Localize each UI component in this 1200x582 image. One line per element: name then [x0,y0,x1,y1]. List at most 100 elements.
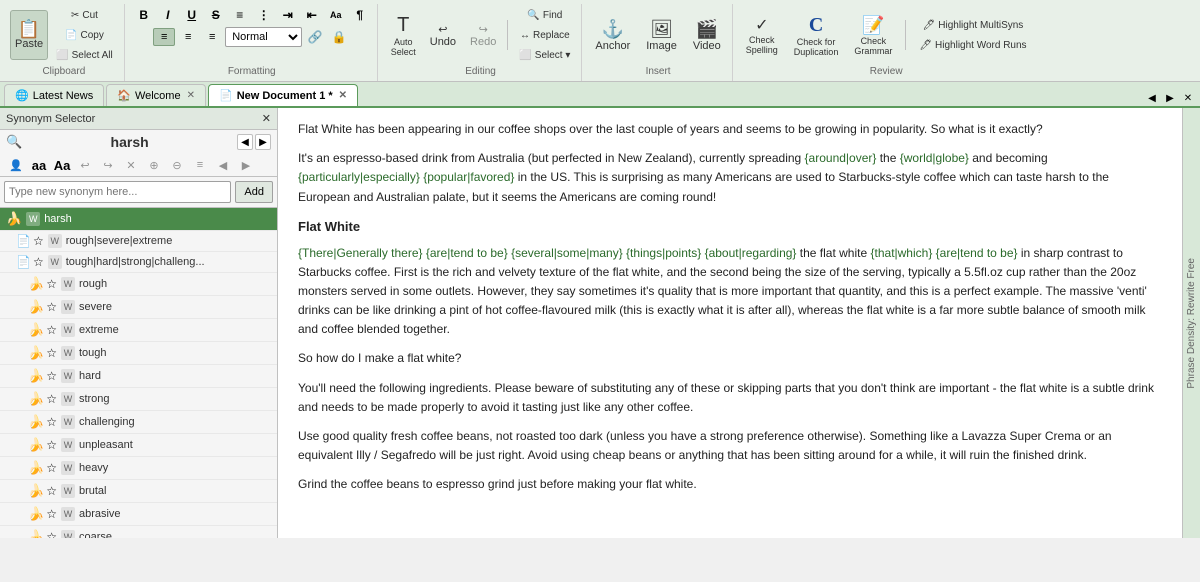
list-item[interactable]: 🍌 ☆ W unpleasant [0,434,277,457]
style-dropdown[interactable]: Normal Heading 1 Heading 2 [225,27,302,47]
word-nav-back[interactable]: ◀ [237,134,253,150]
redo-button[interactable]: ↪ Redo [465,10,501,60]
phrase-density-label: Phrase Density: Rewrite Free [1186,258,1197,389]
list-item[interactable]: 📄 ☆ W tough|hard|strong|challeng... [0,252,277,273]
undo-button[interactable]: ↩ Undo [425,10,461,60]
main-area: Synonym Selector ✕ 🔍 harsh ◀ ▶ 👤 aa Aa ↩… [0,108,1200,538]
panel-toolbar: 👤 aa Aa ↩ ↪ ✕ ⊕ ⊖ ≡ ◀ ▶ [0,154,277,177]
syn-item-text: tough|hard|strong|challeng... [66,256,271,268]
divider2 [905,20,906,50]
font-size-up-button[interactable]: Aa [325,6,347,24]
select-all-button[interactable]: ⬜ Select All [51,46,118,64]
panel-icon-11: ▶ [236,156,256,174]
find-button[interactable]: 🔍 Find [514,6,575,24]
star-icon: ☆ [46,438,57,452]
doc-scroll[interactable]: Flat White has been appearing in our cof… [278,108,1182,538]
anchor-icon: ⚓ [602,19,624,40]
list-item[interactable]: 🍌 ☆ W extreme [0,319,277,342]
panel-icon-7: ⊕ [144,156,164,174]
star-icon: ☆ [46,392,57,406]
bullets-button[interactable]: ≡ [229,6,251,24]
banana-icon: 🍌 [28,506,44,522]
list-item[interactable]: 🍌 ☆ W brutal [0,480,277,503]
review-group: ✓ Check Spelling C Check for Duplication… [735,4,1038,81]
tab-nav-right[interactable]: ▶ [1162,90,1178,106]
syn-item-text: coarse [79,531,271,538]
banana-icon: 🍌 [28,460,44,476]
list-item[interactable]: 📄 ☆ W rough|severe|extreme [0,231,277,252]
synonym-list: 🍌 W harsh 📄 ☆ W rough|severe|extreme 📄 ☆ [0,208,277,538]
syn-badge: W [61,323,75,337]
tab-latest-news[interactable]: 🌐 Latest News [4,84,104,106]
list-item[interactable]: 🍌 ☆ W rough [0,273,277,296]
panel-icon-2[interactable]: aa [29,156,49,174]
tab-new-document[interactable]: 📄 New Document 1 * ✕ [208,84,358,106]
list-item[interactable]: 🍌 ☆ W severe [0,296,277,319]
list-item[interactable]: 🍌 ☆ W abrasive [0,503,277,526]
image-button[interactable]: 🖼 Image [641,10,682,60]
file-icon: 📄 [16,234,31,248]
italic-button[interactable]: I [157,6,179,24]
underline-button[interactable]: U [181,6,203,24]
list-item[interactable]: 🍌 ☆ W strong [0,388,277,411]
indent-button[interactable]: ⇥ [277,6,299,24]
panel-close-icon[interactable]: ✕ [262,112,271,125]
check-duplication-button[interactable]: C Check for Duplication [789,10,844,60]
syn-badge: W [61,392,75,406]
syn-badge: W [61,346,75,360]
tab-nav-left[interactable]: ◀ [1144,90,1160,106]
list-item[interactable]: 🍌 ☆ W hard [0,365,277,388]
select-button[interactable]: ⬜ Select ▾ [514,46,575,64]
paste-button[interactable]: 📋 Paste [10,10,48,60]
syn-item-text: abrasive [79,508,271,520]
synonym-input[interactable] [4,181,231,203]
paragraph-1: Flat White has been appearing in our cof… [298,120,1162,139]
syn-badge: W [61,484,75,498]
list-item[interactable]: 🍌 ☆ W coarse [0,526,277,538]
lock-button[interactable]: 🔒 [328,28,350,46]
bold-button[interactable]: B [133,6,155,24]
video-button[interactable]: 🎬 Video [688,10,726,60]
list-item[interactable]: 🍌 W harsh [0,208,277,231]
link-button[interactable]: 🔗 [304,28,326,46]
anchor-button[interactable]: ⚓ Anchor [590,10,635,60]
align-right-button[interactable]: ≡ [201,28,223,46]
paste-icon: 📋 [18,20,40,38]
syn-item-text: extreme [79,324,271,336]
syn-item-text: unpleasant [79,439,271,451]
new-document-close-button[interactable]: ✕ [339,90,347,101]
doc-heading: Flat White [298,217,1162,238]
syn-item-text: challenging [79,416,271,428]
strikethrough-button[interactable]: S [205,6,227,24]
align-center-button[interactable]: ≡ [177,28,199,46]
syn-item-text: rough [79,278,271,290]
check-grammar-icon: 📝 [862,15,884,36]
panel-icon-3[interactable]: Aa [52,156,72,174]
welcome-close-button[interactable]: ✕ [187,90,195,101]
review-label: Review [870,66,903,79]
tab-nav-close[interactable]: ✕ [1180,90,1196,106]
panel-icon-1[interactable]: 👤 [6,156,26,174]
paragraph-button[interactable]: ¶ [349,6,371,24]
outdent-button[interactable]: ⇤ [301,6,323,24]
align-left-button[interactable]: ≡ [153,28,175,46]
replace-button[interactable]: ↔ Replace [514,26,575,44]
add-synonym-button[interactable]: Add [235,181,273,203]
auto-select-button[interactable]: T Auto Select [386,10,421,60]
copy-button[interactable]: 📄 Copy [51,26,118,44]
document-icon: 📄 [219,89,233,102]
highlight-multisyns-button[interactable]: 🖊 Highlight MultiSyns [914,16,1031,34]
list-item[interactable]: 🍌 ☆ W challenging [0,411,277,434]
star-icon: ☆ [46,323,57,337]
check-spelling-button[interactable]: ✓ Check Spelling [741,10,783,60]
panel-icon-5: ↪ [98,156,118,174]
search-word-row: 🔍 harsh ◀ ▶ [0,130,277,154]
tab-welcome[interactable]: 🏠 Welcome ✕ [106,84,206,106]
highlight-word-runs-button[interactable]: 🖊 Highlight Word Runs [914,36,1031,54]
list-item[interactable]: 🍌 ☆ W tough [0,342,277,365]
cut-button[interactable]: ✂ Cut [51,6,118,24]
word-nav-forward[interactable]: ▶ [255,134,271,150]
list-item[interactable]: 🍌 ☆ W heavy [0,457,277,480]
numbered-button[interactable]: ⋮ [253,6,275,24]
check-grammar-button[interactable]: 📝 Check Grammar [849,10,897,60]
